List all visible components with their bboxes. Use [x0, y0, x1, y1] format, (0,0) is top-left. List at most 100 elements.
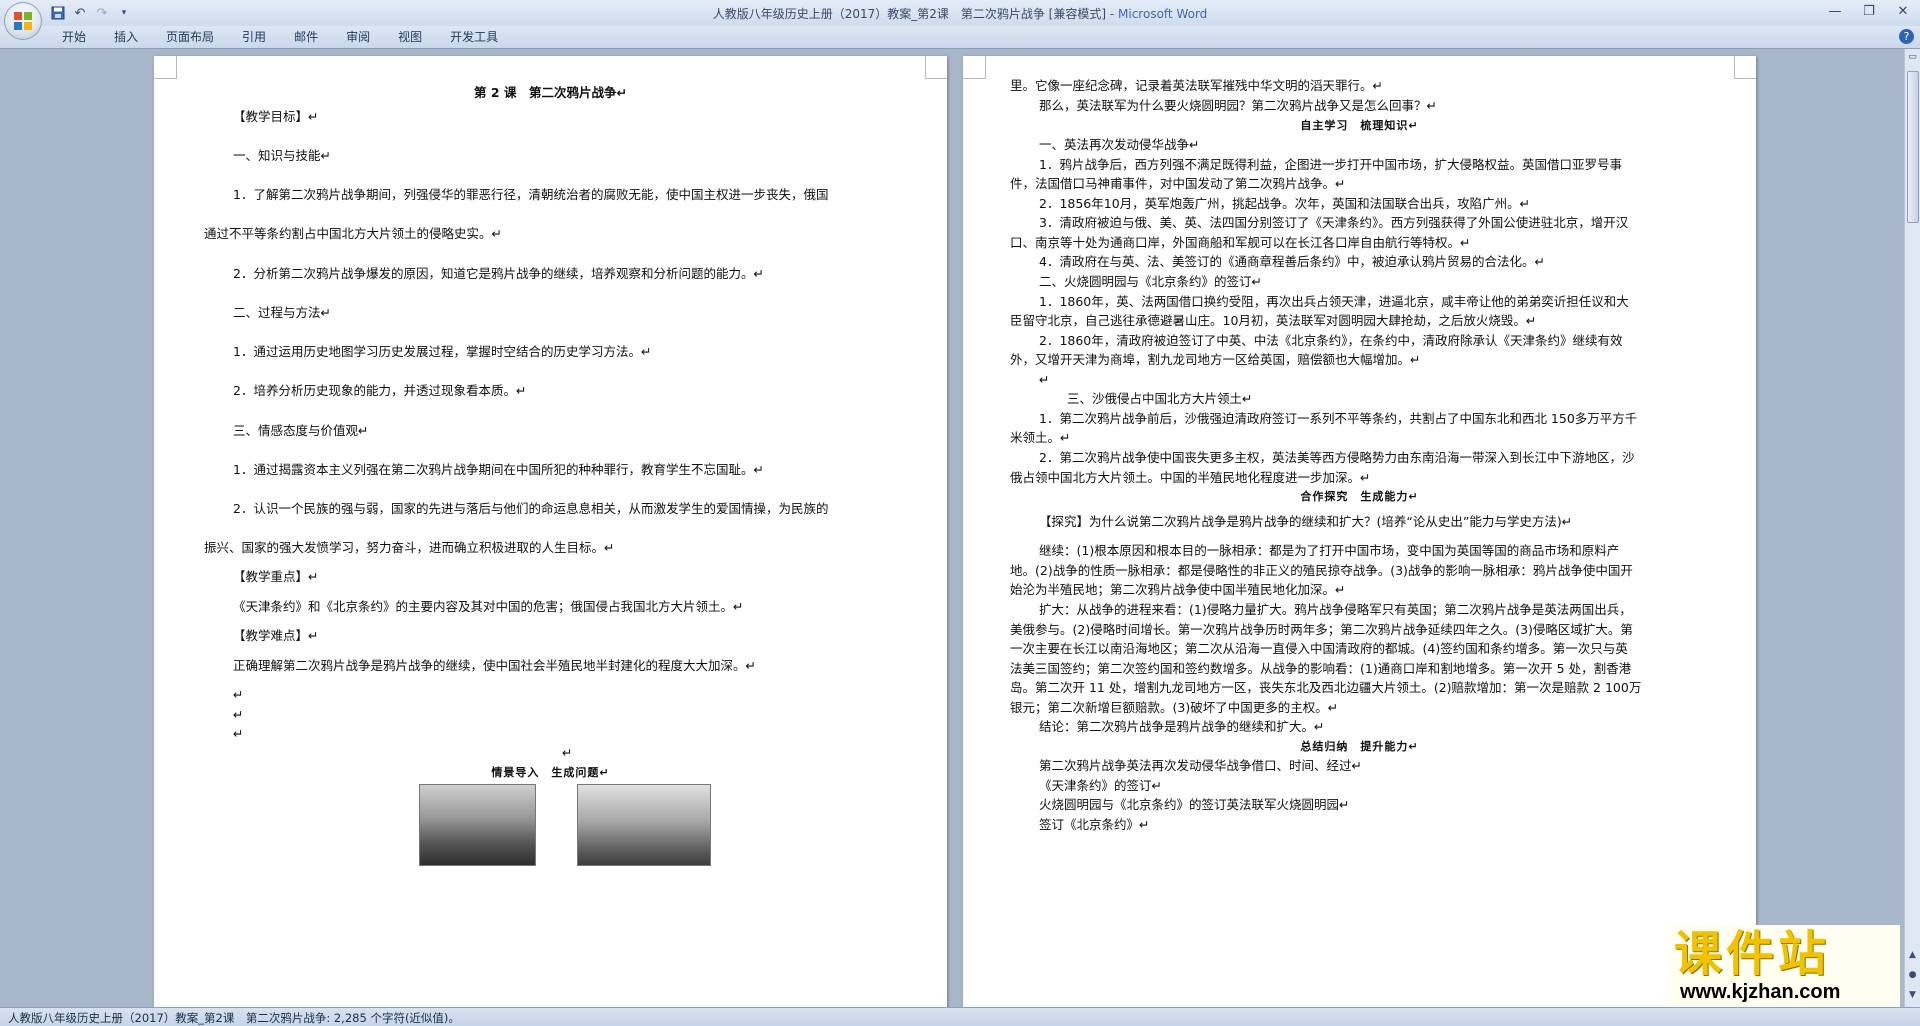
- paragraph: 2．认识一个民族的强与弱，国家的先进与落后与他们的命运息息相关，从而激发学生的爱…: [233, 501, 829, 516]
- tab-references[interactable]: 引用: [228, 29, 280, 45]
- watermark-url: www.kjzhan.com: [1680, 981, 1841, 1003]
- paragraph: 2．培养分析历史现象的能力，并透过现象看本质。↵: [233, 383, 527, 398]
- paragraph: 米领土。↵: [1010, 430, 1071, 445]
- paragraph: 2．1856年10月，英军炮轰广州，挑起战争。次年，英国和法国联合出兵，攻陷广州…: [1039, 196, 1531, 211]
- paragraph: 继续：(1)根本原因和根本目的一脉相承：都是为了打开中国市场，变中国为英国等国的…: [1039, 543, 1620, 558]
- paragraph: 岛。第二次开 11 处，增割九龙司地方一区，丧失东北及西北边疆大片领土。(2)赔…: [1010, 680, 1642, 695]
- section-heading: 情景导入 生成问题↵: [491, 766, 610, 779]
- paragraph: 2．分析第二次鸦片战争爆发的原因，知道它是鸦片战争的继续，培养观察和分析问题的能…: [233, 266, 764, 281]
- scroll-down-icon[interactable]: ▼: [1906, 989, 1919, 1002]
- paragraph: 第二次鸦片战争英法再次发动侵华战争借口、时间、经过↵: [1039, 758, 1362, 773]
- empty-paragraph: ↵: [233, 707, 244, 722]
- paragraph: 1．第二次鸦片战争前后，沙俄强迫清政府签订一系列不平等条约，共割占了中国东北和西…: [1039, 411, 1638, 426]
- margin-marker: [154, 56, 177, 79]
- watermark-main-text: 课件站: [1674, 926, 1831, 982]
- paragraph: 件，法国借口马神甫事件，对中国发动了第二次鸦片战争。↵: [1010, 176, 1346, 191]
- tab-page-layout[interactable]: 页面布局: [152, 29, 228, 45]
- paragraph: 一、英法再次发动侵华战争↵: [1039, 137, 1200, 152]
- paragraph: 美俄参与。(2)侵略时间增长。第一次鸦片战争历时两年多；第二次鸦片战争延续四年之…: [1010, 622, 1633, 637]
- paragraph: 4．清政府在与英、法、美签订的《通商章程善后条约》中，被迫承认鸦片贸易的合法化。…: [1039, 254, 1545, 269]
- margin-marker: [963, 56, 986, 79]
- paragraph: 【探究】为什么说第二次鸦片战争是鸦片战争的继续和扩大？(培养“论从史出”能力与学…: [1039, 514, 1573, 529]
- status-bar: 人教版八年级历史上册（2017）教案_第2课 第二次鸦片战争: 2,285 个字…: [0, 1007, 1920, 1026]
- minimize-icon[interactable]: —: [1818, 0, 1852, 22]
- help-icon[interactable]: ?: [1899, 29, 1914, 44]
- office-button[interactable]: [4, 2, 42, 40]
- browse-object-icon[interactable]: ●: [1906, 969, 1919, 982]
- ruler-toggle-icon[interactable]: ▭: [1906, 51, 1919, 64]
- paragraph: 3．清政府被迫与俄、美、英、法四国分别签订了《天津条约》。西方列强获得了外国公使…: [1039, 215, 1629, 230]
- empty-paragraph: ↵: [233, 726, 244, 741]
- paragraph: 1．1860年，英、法两国借口换约受阻，再次出兵占领天津，进逼北京，咸丰帝让他的…: [1039, 294, 1629, 309]
- ribbon-tabs: 开始 插入 页面布局 引用 邮件 审阅 视图 开发工具: [48, 29, 512, 45]
- paragraph: 通过不平等条约割占中国北方大片领土的侵略史实。↵: [204, 226, 502, 241]
- paragraph: 1．鸦片战争后，西方列强不满足既得利益，企图进一步打开中国市场，扩大侵略权益。英…: [1039, 157, 1622, 172]
- paragraph: 二、过程与方法↵: [233, 305, 331, 320]
- paragraph: 《天津条约》和《北京条约》的主要内容及其对中国的危害；俄国侵占我国北方大片领土。…: [233, 599, 744, 614]
- paragraph: 臣留守北京，自己逃往承德避暑山庄。10月初，英法联军对圆明园大肆抢劫，之后放火烧…: [1010, 313, 1537, 328]
- tab-review[interactable]: 审阅: [332, 29, 384, 45]
- scrollbar-thumb[interactable]: [1907, 71, 1919, 223]
- window-title: 人教版八年级历史上册（2017）教案_第2课 第二次鸦片战争 [兼容模式] - …: [0, 5, 1920, 22]
- empty-paragraph: ↵: [1039, 372, 1050, 387]
- paragraph: 俄占领中国北方大片领土。中国的半殖民地化程度进一步加深。↵: [1010, 470, 1371, 485]
- empty-paragraph: ↵: [562, 745, 573, 760]
- paragraph: 【教学目标】↵: [233, 109, 319, 124]
- paragraph: 《天津条约》的签订↵: [1039, 778, 1162, 793]
- paragraph: 三、情感态度与价值观↵: [233, 423, 369, 438]
- paragraph: 里。它像一座纪念碑，记录着英法联军摧残中华文明的滔天罪行。↵: [1010, 78, 1383, 93]
- tab-developer[interactable]: 开发工具: [436, 29, 512, 45]
- paragraph: 1．通过运用历史地图学习历史发展过程，掌握时空结合的历史学习方法。↵: [233, 344, 652, 359]
- tab-home[interactable]: 开始: [48, 29, 100, 45]
- paragraph: 【教学难点】↵: [233, 628, 319, 643]
- paragraph: 正确理解第二次鸦片战争是鸦片战争的继续，使中国社会半殖民地半封建化的程度大大加深…: [233, 658, 756, 673]
- document-workspace[interactable]: 第 2 课 第二次鸦片战争↵ 【教学目标】↵ 一、知识与技能↵ 1．了解第二次鸦…: [0, 49, 1905, 1007]
- paragraph: 那么，英法联军为什么要火烧圆明园？第二次鸦片战争又是怎么回事？↵: [1039, 98, 1437, 113]
- ribbon: 开始 插入 页面布局 引用 邮件 审阅 视图 开发工具 ?: [0, 26, 1920, 49]
- empty-paragraph: ↵: [233, 687, 244, 702]
- page-left[interactable]: 第 2 课 第二次鸦片战争↵ 【教学目标】↵ 一、知识与技能↵ 1．了解第二次鸦…: [154, 56, 947, 1007]
- yuanmingyuan-photo-before: [419, 784, 536, 866]
- paragraph: 1．通过揭露资本主义列强在第二次鸦片战争期间在中国所犯的种种罪行，教育学生不忘国…: [233, 462, 764, 477]
- margin-marker: [1734, 56, 1756, 79]
- tab-view[interactable]: 视图: [384, 29, 436, 45]
- page-right[interactable]: 里。它像一座纪念碑，记录着英法联军摧残中华文明的滔天罪行。↵ 那么，英法联军为什…: [963, 56, 1756, 1007]
- paragraph: 【教学重点】↵: [233, 569, 319, 584]
- paragraph: 二、火烧圆明园与《北京条约》的签订↵: [1039, 274, 1262, 289]
- section-heading: 总结归纳 提升能力↵: [1300, 740, 1419, 753]
- scroll-up-icon[interactable]: ▲: [1906, 949, 1919, 962]
- paragraph: 签订《北京条约》↵: [1039, 817, 1150, 832]
- paragraph: 三、沙俄侵占中国北方大片领土↵: [1067, 391, 1253, 406]
- tab-mailings[interactable]: 邮件: [280, 29, 332, 45]
- title-bar: ↶ ↷ ▾ 人教版八年级历史上册（2017）教案_第2课 第二次鸦片战争 [兼容…: [0, 0, 1920, 26]
- tab-insert[interactable]: 插入: [100, 29, 152, 45]
- status-text: 人教版八年级历史上册（2017）教案_第2课 第二次鸦片战争: 2,285 个字…: [8, 1011, 460, 1025]
- paragraph: 法美三国签约；第二次签约国和签约数增多。从战争的影响看：(1)通商口岸和割地增多…: [1010, 661, 1632, 676]
- vertical-scrollbar[interactable]: ▭ ▲ ● ▼: [1904, 49, 1920, 1007]
- section-heading: 合作探究 生成能力↵: [1300, 490, 1419, 503]
- office-logo-icon: [14, 12, 32, 30]
- window-controls: — ❐ ✕: [1818, 0, 1920, 22]
- document-title: 人教版八年级历史上册（2017）教案_第2课 第二次鸦片战争 [兼容模式] -: [712, 7, 1119, 21]
- maximize-icon[interactable]: ❐: [1852, 0, 1886, 22]
- paragraph: 始沦为半殖民地；第二次鸦片战争使中国半殖民地化加深。↵: [1010, 582, 1346, 597]
- paragraph: 口、南京等十处为通商口岸，外国商船和军舰可以在长江各口岸自由航行等特权。↵: [1010, 235, 1471, 250]
- paragraph: 一、知识与技能↵: [233, 148, 331, 163]
- doc-title: 第 2 课 第二次鸦片战争↵: [474, 85, 627, 100]
- paragraph: 结论：第二次鸦片战争是鸦片战争的继续和扩大。↵: [1039, 719, 1325, 734]
- paragraph: 2．第二次鸦片战争使中国丧失更多主权，英法美等西方侵略势力由东南沿海一带深入到长…: [1039, 450, 1635, 465]
- paragraph: 火烧圆明园与《北京条约》的签订英法联军火烧圆明园↵: [1039, 797, 1350, 812]
- margin-marker: [925, 56, 947, 79]
- paragraph: 外，又增开天津为商埠，割九龙司地方一区给英国，赔偿额也大幅增加。↵: [1010, 352, 1421, 367]
- yuanmingyuan-photo-ruins: [577, 784, 711, 866]
- section-heading: 自主学习 梳理知识↵: [1300, 119, 1419, 132]
- paragraph: 地。(2)战争的性质一脉相承：都是侵略性的非正义的殖民掠夺战争。(3)战争的影响…: [1010, 563, 1633, 578]
- close-icon[interactable]: ✕: [1886, 0, 1920, 22]
- paragraph: 1．了解第二次鸦片战争期间，列强侵华的罪恶行径，清朝统治者的腐败无能，使中国主权…: [233, 187, 829, 202]
- paragraph: 扩大：从战争的进程来看：(1)侵略力量扩大。鸦片战争侵略军只有英国；第二次鸦片战…: [1039, 602, 1632, 617]
- paragraph: 振兴、国家的强大发愤学习，努力奋斗，进而确立积极进取的人生目标。↵: [204, 540, 615, 555]
- watermark-logo: 课件站 www.kjzhan.com: [1668, 925, 1900, 1007]
- paragraph: 一次主要在长江以南沿海地区；第二次从沿海一直侵入中国清政府的都城。(4)签约国和…: [1010, 641, 1628, 656]
- app-name: Microsoft Word: [1118, 7, 1208, 21]
- paragraph: 银元；第二次新增巨额赔款。(3)破坏了中国更多的主权。↵: [1010, 700, 1339, 715]
